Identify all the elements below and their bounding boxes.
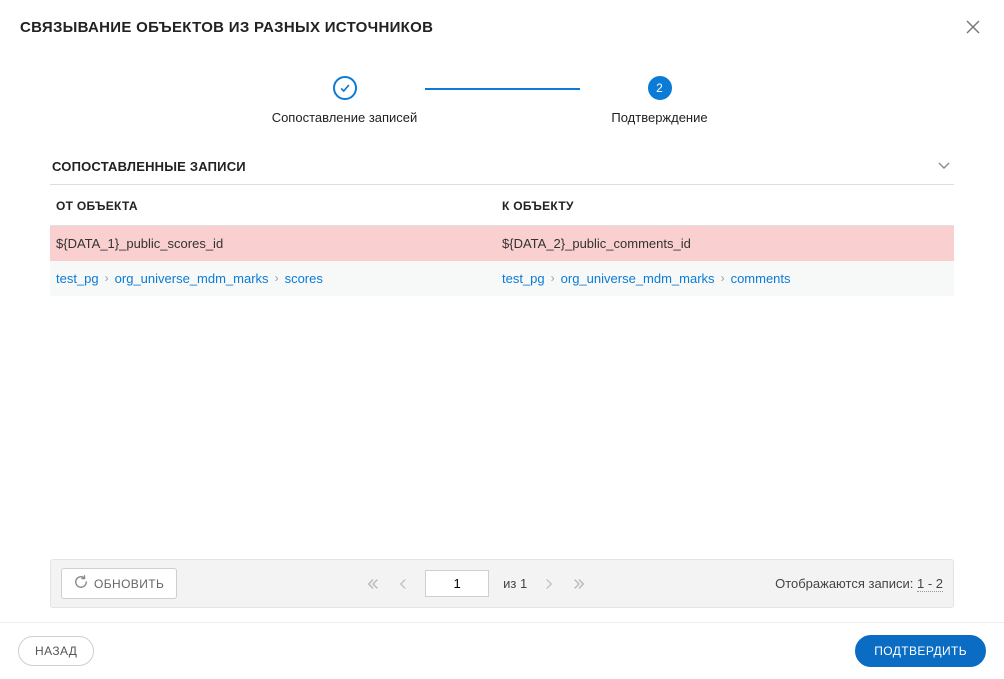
chevron-right-icon [543, 578, 555, 590]
cell-text: ${DATA_2}_public_comments_id [502, 236, 691, 251]
collapse-chevron[interactable] [936, 157, 952, 176]
last-page-button[interactable] [571, 576, 587, 592]
cell-to-object: ${DATA_2}_public_comments_id [502, 236, 948, 251]
breadcrumb-separator-icon: › [101, 271, 113, 285]
first-page-button[interactable] [365, 576, 381, 592]
refresh-button[interactable]: ОБНОВИТЬ [61, 568, 177, 599]
cell-from-object: test_pg›org_universe_mdm_marks›scores [56, 271, 502, 286]
back-button[interactable]: НАЗАД [18, 636, 94, 666]
page-number-input[interactable] [425, 570, 489, 597]
breadcrumb-separator-icon: › [717, 271, 729, 285]
dialog-header: СВЯЗЫВАНИЕ ОБЪЕКТОВ ИЗ РАЗНЫХ ИСТОЧНИКОВ [0, 0, 1004, 46]
cell-from-object: ${DATA_1}_public_scores_id [56, 236, 502, 251]
breadcrumb-link[interactable]: org_universe_mdm_marks [115, 271, 269, 286]
breadcrumb-link[interactable]: comments [731, 271, 791, 286]
confirm-button[interactable]: ПОДТВЕРДИТЬ [855, 635, 986, 667]
check-icon [339, 82, 351, 94]
table-row[interactable]: test_pg›org_universe_mdm_marks›scorestes… [50, 261, 954, 296]
step-confirm-label: Подтверждение [611, 110, 707, 127]
table-header-row: ОТ ОБЪЕКТА К ОБЪЕКТУ [50, 185, 954, 226]
records-label: Отображаются записи: [775, 576, 913, 591]
records-range: 1 - 2 [917, 576, 943, 592]
content-area: СОПОСТАВЛЕННЫЕ ЗАПИСИ ОТ ОБЪЕКТА К ОБЪЕК… [0, 147, 1004, 559]
chevron-down-icon [936, 157, 952, 173]
close-icon [965, 19, 981, 35]
prev-page-button[interactable] [395, 576, 411, 592]
breadcrumb-link[interactable]: test_pg [502, 271, 545, 286]
breadcrumb-separator-icon: › [547, 271, 559, 285]
step-number: 2 [648, 76, 672, 100]
double-chevron-right-icon [572, 577, 586, 591]
breadcrumb-link[interactable]: org_universe_mdm_marks [561, 271, 715, 286]
double-chevron-left-icon [366, 577, 380, 591]
section-header[interactable]: СОПОСТАВЛЕННЫЕ ЗАПИСИ [50, 147, 954, 185]
col-from-object: ОТ ОБЪЕКТА [56, 199, 502, 213]
step-connector [425, 88, 580, 90]
refresh-icon [74, 575, 88, 589]
cell-text: ${DATA_1}_public_scores_id [56, 236, 223, 251]
section-title: СОПОСТАВЛЕННЫЕ ЗАПИСИ [52, 159, 246, 174]
wizard-stepper: Сопоставление записей 2 Подтверждение [0, 46, 1004, 147]
close-button[interactable] [964, 18, 982, 36]
pager-controls: из 1 [185, 570, 767, 597]
cell-to-object: test_pg›org_universe_mdm_marks›comments [502, 271, 948, 286]
next-page-button[interactable] [541, 576, 557, 592]
breadcrumb-link[interactable]: test_pg [56, 271, 99, 286]
col-to-object: К ОБЪЕКТУ [502, 199, 948, 213]
page-of-label: из 1 [503, 576, 527, 591]
mapped-records-table: ОТ ОБЪЕКТА К ОБЪЕКТУ ${DATA_1}_public_sc… [50, 185, 954, 559]
breadcrumb-link[interactable]: scores [285, 271, 323, 286]
refresh-label: ОБНОВИТЬ [94, 577, 164, 591]
pager-bar: ОБНОВИТЬ из 1 Отображаются записи: [50, 559, 954, 608]
dialog-footer: НАЗАД ПОДТВЕРДИТЬ [0, 622, 1004, 679]
step-confirm[interactable]: 2 Подтверждение [580, 76, 740, 127]
table-row[interactable]: ${DATA_1}_public_scores_id ${DATA_2}_publ… [50, 226, 954, 261]
step-mapping[interactable]: Сопоставление записей [265, 76, 425, 127]
dialog-title: СВЯЗЫВАНИЕ ОБЪЕКТОВ ИЗ РАЗНЫХ ИСТОЧНИКОВ [20, 19, 433, 36]
chevron-left-icon [397, 578, 409, 590]
table-body: ${DATA_1}_public_scores_id ${DATA_2}_publ… [50, 226, 954, 296]
breadcrumb-separator-icon: › [271, 271, 283, 285]
step-mapping-label: Сопоставление записей [272, 110, 418, 127]
records-display: Отображаются записи: 1 - 2 [775, 576, 943, 591]
